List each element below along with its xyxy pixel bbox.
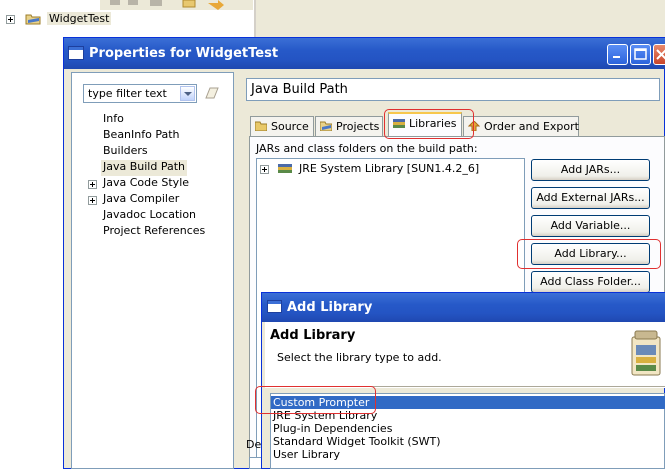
maximize-button[interactable] xyxy=(630,44,651,65)
libraries-icon xyxy=(393,119,405,128)
library-label: JRE System Library [SUN1.4.2_6] xyxy=(299,162,480,175)
projects-icon xyxy=(320,121,332,131)
add-class-folder-button[interactable]: Add Class Folder... xyxy=(531,271,650,293)
minimize-button[interactable] xyxy=(607,44,628,65)
project-tree-row[interactable]: WidgetTest xyxy=(6,12,206,29)
library-type-jre-system-library[interactable]: JRE System Library xyxy=(273,409,377,422)
add-variable-button[interactable]: Add Variable... xyxy=(531,215,650,237)
nav-item-javadoc-location[interactable]: Javadoc Location xyxy=(103,208,196,224)
window-icon xyxy=(267,300,282,313)
nav-item-info[interactable]: Info xyxy=(103,112,124,128)
tab-label: Source xyxy=(271,120,309,133)
library-icon xyxy=(277,164,292,173)
tab-label: Libraries xyxy=(409,117,457,130)
toolbar xyxy=(100,0,253,10)
add-library-title: Add Library xyxy=(287,300,373,315)
expand-icon[interactable] xyxy=(88,180,97,189)
source-folder-icon xyxy=(255,121,267,131)
library-row[interactable]: JRE System Library [SUN1.4.2_6] xyxy=(260,162,479,175)
nav-item-java-compiler[interactable]: Java Compiler xyxy=(103,192,179,208)
page-title: Java Build Path xyxy=(251,82,348,97)
add-library-heading: Add Library xyxy=(270,328,356,343)
expand-icon[interactable] xyxy=(6,14,15,24)
tab-projects[interactable]: Projects xyxy=(315,116,383,136)
add-library-button[interactable]: Add Library... xyxy=(531,243,650,265)
minimize-icon xyxy=(613,56,620,58)
library-type-plugin-dependencies[interactable]: Plug-in Dependencies xyxy=(273,422,392,435)
nav-item-builders[interactable]: Builders xyxy=(103,144,148,160)
expand-icon[interactable] xyxy=(88,196,97,205)
filter-combo[interactable]: type filter text xyxy=(83,84,197,103)
add-external-jars-button[interactable]: Add External JARs... xyxy=(531,187,650,209)
close-button[interactable] xyxy=(653,44,665,65)
banner-separator xyxy=(265,386,665,388)
add-library-titlebar[interactable]: Add Library xyxy=(262,293,665,322)
add-jars-button[interactable]: Add JARs... xyxy=(531,159,650,181)
clear-filter-icon[interactable] xyxy=(205,86,219,100)
chevron-down-icon[interactable] xyxy=(180,86,195,101)
tab-source[interactable]: Source xyxy=(250,116,314,136)
nav-item-java-build-path[interactable]: Java Build Path xyxy=(101,160,188,176)
page-title-box: Java Build Path xyxy=(246,78,660,101)
library-type-swt[interactable]: Standard Widget Toolkit (SWT) xyxy=(273,435,441,448)
close-icon xyxy=(656,49,665,60)
nav-item-project-references[interactable]: Project References xyxy=(103,224,205,240)
project-folder-icon xyxy=(25,14,40,25)
library-jars-icon xyxy=(631,330,661,376)
nav-item-beaninfo-path[interactable]: BeanInfo Path xyxy=(103,128,180,144)
expand-icon[interactable] xyxy=(260,164,269,174)
properties-titlebar[interactable]: Properties for WidgetTest xyxy=(64,38,665,69)
project-label: WidgetTest xyxy=(47,12,112,25)
filter-input[interactable]: type filter text xyxy=(88,87,167,100)
nav-item-java-code-style[interactable]: Java Code Style xyxy=(103,176,189,192)
add-library-description: Select the library type to add. xyxy=(277,351,442,364)
tab-label: Order and Export xyxy=(484,120,579,133)
tab-libraries[interactable]: Libraries xyxy=(388,112,462,136)
window-icon xyxy=(68,46,84,60)
tab-order-and-export[interactable]: Order and Export xyxy=(463,116,579,136)
properties-title: Properties for WidgetTest xyxy=(89,46,279,61)
order-export-icon xyxy=(468,121,480,131)
toolbar-icon xyxy=(182,0,196,8)
tab-label: Projects xyxy=(336,120,380,133)
jars-label: JARs and class folders on the build path… xyxy=(256,142,478,155)
library-type-custom-prompter[interactable]: Custom Prompter xyxy=(271,396,665,409)
library-type-user-library[interactable]: User Library xyxy=(273,448,340,461)
